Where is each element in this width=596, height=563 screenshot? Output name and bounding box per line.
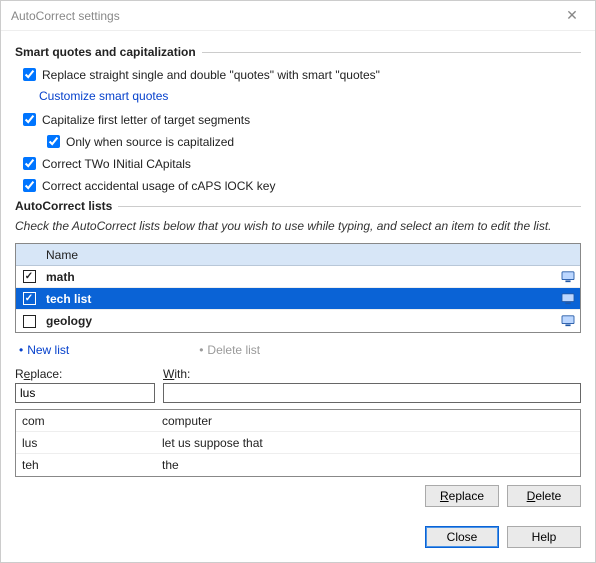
table-row[interactable]: comcomputer	[16, 410, 580, 432]
list-checkbox[interactable]	[23, 292, 36, 305]
replace-value: computer	[156, 414, 580, 428]
list-name: geology	[42, 314, 556, 328]
option-two-initial-capitals[interactable]: Correct TWo INitial CApitals	[19, 154, 581, 173]
autocorrect-lists-table: Name math tech list geology	[15, 243, 581, 333]
option-replace-quotes[interactable]: Replace straight single and double "quot…	[19, 65, 581, 84]
link-delete-list[interactable]: •Delete list	[199, 343, 260, 357]
dialog-content: Smart quotes and capitalization Replace …	[1, 31, 595, 516]
close-icon[interactable]: ✕	[557, 7, 587, 24]
table-row[interactable]: luslet us suppose that	[16, 432, 580, 454]
label-with: With:	[163, 367, 581, 381]
replace-key: lus	[16, 436, 156, 450]
list-name: math	[42, 270, 556, 284]
list-row[interactable]: tech list	[16, 288, 580, 310]
checkbox-only-when-source[interactable]	[47, 135, 60, 148]
option-only-when-source[interactable]: Only when source is capitalized	[43, 132, 581, 151]
list-checkbox[interactable]	[23, 315, 36, 328]
help-button[interactable]: Help	[507, 526, 581, 548]
computer-icon	[556, 315, 580, 327]
option-capitalize-first[interactable]: Capitalize first letter of target segmen…	[19, 110, 581, 129]
input-replace[interactable]	[15, 383, 155, 403]
checkbox-replace-quotes[interactable]	[23, 68, 36, 81]
dialog-footer: Close Help	[1, 516, 595, 562]
group-smart-quotes-header: Smart quotes and capitalization	[15, 45, 581, 59]
group-autocorrect-lists-header: AutoCorrect lists	[15, 199, 581, 213]
column-name[interactable]: Name	[42, 248, 556, 262]
checkbox-two-initial-capitals[interactable]	[23, 157, 36, 170]
replace-button[interactable]: Replace	[425, 485, 499, 507]
replace-key: teh	[16, 458, 156, 472]
list-row[interactable]: geology	[16, 310, 580, 332]
checkbox-capitalize-first[interactable]	[23, 113, 36, 126]
delete-button[interactable]: Delete	[507, 485, 581, 507]
computer-icon	[556, 293, 580, 305]
replace-entries-table: comcomputerluslet us suppose thattehthe	[15, 409, 581, 477]
lists-description: Check the AutoCorrect lists below that y…	[15, 219, 581, 233]
link-customize-smart-quotes[interactable]: Customize smart quotes	[39, 89, 168, 103]
autocorrect-settings-dialog: AutoCorrect settings ✕ Smart quotes and …	[0, 0, 596, 563]
option-caps-lock[interactable]: Correct accidental usage of cAPS lOCK ke…	[19, 176, 581, 195]
link-new-list[interactable]: •New list	[19, 343, 69, 357]
input-with[interactable]	[163, 383, 581, 403]
title-bar: AutoCorrect settings ✕	[1, 1, 595, 31]
list-checkbox[interactable]	[23, 270, 36, 283]
replace-key: com	[16, 414, 156, 428]
table-row[interactable]: tehthe	[16, 454, 580, 476]
checkbox-caps-lock[interactable]	[23, 179, 36, 192]
list-name: tech list	[42, 292, 556, 306]
close-button[interactable]: Close	[425, 526, 499, 548]
list-row[interactable]: math	[16, 266, 580, 288]
window-title: AutoCorrect settings	[11, 9, 557, 23]
label-replace: Replace:	[15, 367, 155, 381]
replace-value: let us suppose that	[156, 436, 580, 450]
computer-icon	[556, 271, 580, 283]
lists-table-header: Name	[16, 244, 580, 266]
replace-value: the	[156, 458, 580, 472]
